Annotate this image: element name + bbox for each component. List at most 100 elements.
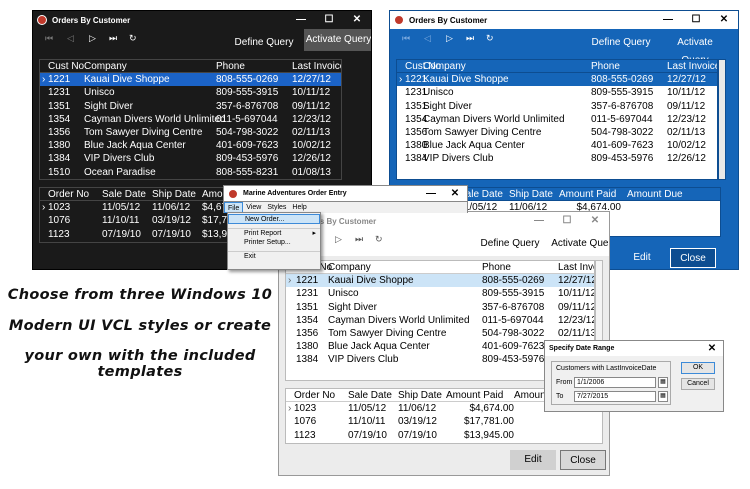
prior-record-icon[interactable]: ◁ — [67, 33, 74, 44]
table-row[interactable]: 1351 Sight Diver 357-6-876708 09/11/12 — [397, 100, 717, 113]
column-header[interactable]: Order No — [48, 188, 89, 201]
edit-button[interactable]: Edit — [510, 450, 556, 470]
column-header[interactable]: Phone — [591, 60, 620, 73]
cancel-button[interactable]: Cancel — [681, 378, 715, 390]
table-cell: $4,674.00 — [469, 403, 515, 415]
vertical-scrollbar[interactable] — [718, 59, 726, 180]
table-row[interactable]: 1380Blue Jack Aqua Center401-609-762310/… — [40, 139, 341, 152]
table-cell: 12/23/12 — [667, 113, 706, 125]
close-window-button[interactable]: ✕ — [710, 11, 738, 29]
maximize-button[interactable]: ☐ — [682, 11, 710, 29]
table-row[interactable]: 1351 Sight Diver 357-6-876708 09/11/12 — [40, 100, 341, 113]
table-row[interactable]: ›102311/05/1211/06/12$4,674.00 — [40, 201, 228, 214]
table-row[interactable]: 1356 Tom Sawyer Diving Centre 504-798-3022… — [397, 126, 717, 139]
table-row[interactable]: 112307/19/1007/19/10$13,945.00 — [40, 228, 228, 241]
define-query-button[interactable]: Define Query — [479, 235, 541, 253]
row-indicator-icon: › — [288, 403, 292, 415]
from-date-field[interactable]: 1/1/2006 — [574, 377, 656, 388]
table-row[interactable]: 1354 Cayman Divers World Unlimited 011-5-6… — [397, 113, 717, 126]
first-record-icon[interactable]: ⏮ — [402, 33, 410, 44]
activate-query-button[interactable]: Activate Query — [551, 235, 609, 253]
column-header[interactable]: Cust No — [48, 60, 84, 73]
maximize-button[interactable]: ☐ — [315, 11, 343, 29]
table-row[interactable]: 1356 Tom Sawyer Diving Centre 504-798-3022… — [286, 327, 594, 340]
table-row[interactable]: › 1221 Kauai Dive Shoppe 808-555-0269 12/27/… — [397, 73, 717, 87]
column-header[interactable]: Phone — [482, 261, 511, 274]
minimize-button[interactable]: — — [654, 11, 682, 29]
refresh-icon[interactable]: ↻ — [486, 33, 494, 44]
table-row[interactable]: 1231 Unisco 809-555-3915 10/11/12 — [397, 86, 717, 99]
refresh-icon[interactable]: ↻ — [129, 33, 137, 44]
prior-record-icon[interactable]: ◁ — [424, 33, 431, 44]
table-row[interactable]: 107611/10/1103/19/12$17,781.00 — [40, 214, 228, 227]
table-row[interactable]: 1231 Unisco 809-555-3915 10/11/12 — [40, 86, 341, 99]
close-window-button[interactable]: ✕ — [581, 212, 609, 230]
table-row[interactable]: › 1221 Kauai Dive Shoppe 808-555-0269 12/27/… — [40, 73, 341, 87]
column-header[interactable]: Amount Paid — [446, 389, 503, 402]
table-row[interactable]: 1354 Cayman Divers World Unlimited 011-5-6… — [286, 314, 594, 327]
customers-grid[interactable]: Cust NoCompanyPhoneLast Invoice›1221Kaua… — [396, 59, 718, 180]
table-row[interactable]: 1351 Sight Diver 357-6-876708 09/11/12 — [286, 301, 594, 314]
from-calendar-icon[interactable]: ▦ — [658, 377, 668, 388]
table-cell: 07/19/10 — [348, 429, 387, 441]
minimize-button[interactable]: — — [419, 186, 443, 201]
row-indicator-icon: › — [288, 275, 292, 287]
activate-query-button[interactable]: Activate Query — [304, 29, 371, 51]
close-window-button[interactable]: ✕ — [701, 341, 723, 356]
minimize-button[interactable]: — — [525, 212, 553, 230]
to-date-field[interactable]: 7/27/2015 — [574, 391, 656, 402]
table-row[interactable]: › 1221 Kauai Dive Shoppe 808-555-0269 12/27/… — [286, 274, 594, 288]
column-header[interactable]: Last Invoice — [667, 60, 717, 73]
menu-item-exit[interactable]: Exit — [228, 251, 320, 261]
table-row[interactable]: 107611/10/1103/19/12$17,781.00 — [286, 415, 602, 428]
table-cell: 12/27/12 — [292, 74, 331, 86]
column-header[interactable]: Amount Paid — [559, 188, 616, 201]
table-row[interactable]: 1384VIP Divers Club809-453-597612/26/12 — [40, 152, 341, 165]
table-cell: 11/06/12 — [398, 403, 437, 415]
column-header[interactable]: Ship Date — [398, 389, 442, 402]
menu-item-printer-setup[interactable]: Printer Setup... — [228, 238, 320, 248]
close-window-button[interactable]: ✕ — [443, 186, 467, 201]
column-header[interactable]: Amount Due — [627, 188, 683, 201]
column-header[interactable]: Ship Date — [509, 188, 553, 201]
table-row[interactable]: 1380Blue Jack Aqua Center401-609-762310/… — [397, 139, 717, 152]
table-row[interactable]: 1354 Cayman Divers World Unlimited 011-5-6… — [40, 113, 341, 126]
table-row[interactable]: 1384VIP Divers Club809-453-597612/26/12 — [397, 152, 717, 165]
define-query-button[interactable]: Define Query — [590, 34, 652, 52]
next-record-icon[interactable]: ▷ — [89, 33, 96, 44]
customers-grid[interactable]: Cust NoCompany Phone Last Invoice›1221Kaua… — [39, 59, 342, 180]
table-row[interactable]: 1231 Unisco 809-555-3915 10/11/12 — [286, 287, 594, 300]
first-record-icon[interactable]: ⏮ — [45, 33, 53, 44]
column-header[interactable]: Phone — [216, 60, 245, 73]
column-header[interactable]: Ship Date — [152, 188, 196, 201]
column-header[interactable]: Company — [423, 60, 466, 73]
column-header[interactable]: Order No — [294, 389, 335, 402]
close-window-button[interactable]: ✕ — [343, 11, 371, 29]
ok-button[interactable]: OK — [681, 362, 715, 374]
orders-grid[interactable]: Order NoSale DateShip DateAmount Paid›10… — [39, 187, 229, 243]
column-header[interactable]: Last Invoice — [558, 261, 594, 274]
activate-query-button[interactable]: Activate Query — [664, 34, 726, 66]
define-query-button[interactable]: Define Query — [233, 34, 295, 52]
date-range-dialog: Specify Date Range ✕ Customers with Last… — [544, 340, 724, 412]
edit-button[interactable]: Edit — [620, 248, 664, 268]
to-calendar-icon[interactable]: ▦ — [658, 391, 668, 402]
minimize-button[interactable]: — — [287, 11, 315, 29]
last-record-icon[interactable]: ⏭ — [466, 33, 474, 44]
menu-item-new-order[interactable]: New Order... — [228, 214, 320, 224]
table-row[interactable]: 1356 Tom Sawyer Diving Centre 504-798-3022… — [40, 126, 341, 139]
close-button[interactable]: Close — [560, 450, 606, 470]
close-button[interactable]: Close — [670, 248, 716, 268]
column-header[interactable]: Company — [84, 60, 127, 73]
last-record-icon[interactable]: ⏭ — [109, 33, 117, 44]
column-header[interactable]: Sale Date — [102, 188, 146, 201]
next-record-icon[interactable]: ▷ — [446, 33, 453, 44]
column-header[interactable]: Last Invoice — [292, 60, 341, 73]
table-row[interactable]: 112307/19/1007/19/10$13,945.00 — [286, 429, 602, 442]
menu-item-print-report[interactable]: Print Report ▸ — [228, 228, 320, 238]
table-cell: 07/19/10 — [398, 429, 437, 441]
column-header[interactable]: Sale Date — [348, 389, 392, 402]
maximize-button[interactable]: ☐ — [553, 212, 581, 230]
table-row[interactable]: 1510 Ocean Paradise 808-555-8231 01/08/13 — [40, 166, 341, 179]
caption-line-3: your own with the included templates — [24, 348, 256, 380]
